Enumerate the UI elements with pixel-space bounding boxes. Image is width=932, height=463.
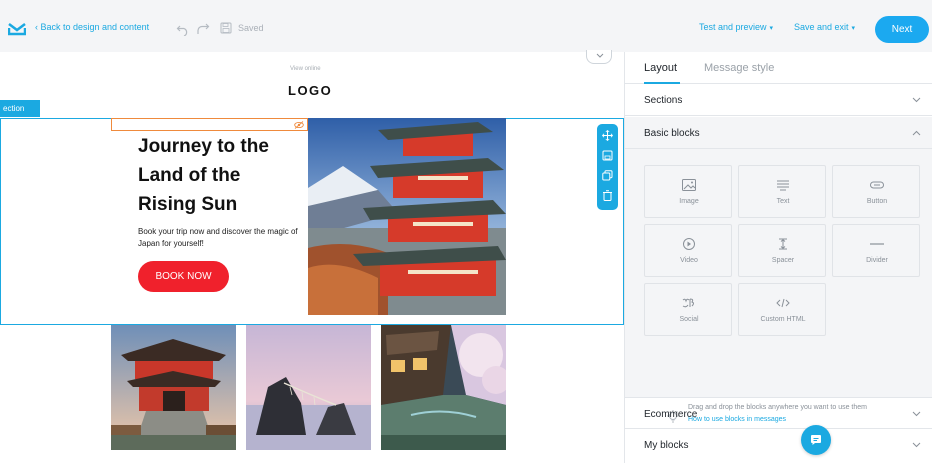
- block-social-label: Social: [679, 316, 699, 323]
- hero-text-block[interactable]: Journey to the Land of the Rising Sun Bo…: [111, 118, 308, 315]
- block-spacer[interactable]: Spacer: [738, 224, 826, 277]
- redo-icon[interactable]: [196, 22, 210, 36]
- settings-panel: Layout Message style Sections Basic bloc…: [624, 52, 932, 463]
- chevron-down-icon: [596, 53, 604, 58]
- block-video[interactable]: Video: [644, 224, 732, 277]
- block-custom-html[interactable]: Custom HTML: [738, 283, 826, 336]
- block-custom-html-label: Custom HTML: [760, 316, 806, 323]
- chat-button[interactable]: [801, 425, 831, 455]
- view-online-link[interactable]: View online: [290, 66, 321, 72]
- undo-icon[interactable]: [176, 22, 190, 36]
- block-image-label: Image: [679, 198, 699, 205]
- thumbnail-canal[interactable]: [381, 325, 506, 450]
- sections-label: Sections: [644, 95, 683, 106]
- chevron-down-icon: ▾: [851, 25, 856, 32]
- accordion-my-blocks[interactable]: My blocks: [625, 429, 932, 461]
- thumbnail-temple[interactable]: [111, 325, 236, 450]
- chevron-down-icon: [912, 442, 921, 448]
- next-button[interactable]: Next: [875, 16, 929, 43]
- rocks-photo: [246, 325, 371, 450]
- eye-off-icon[interactable]: [294, 121, 304, 129]
- image-icon: [682, 179, 696, 191]
- hero-subtitle: Book your trip now and discover the magi…: [138, 227, 298, 248]
- chevron-up-icon: [912, 130, 921, 136]
- block-video-label: Video: [680, 257, 698, 264]
- email-editor: ‹ Back to design and content Saved Test …: [0, 0, 932, 463]
- save-icon: [220, 22, 232, 34]
- chevron-down-icon: ▾: [769, 25, 774, 32]
- temple-photo: [111, 325, 236, 450]
- hero-title: Journey to the Land of the Rising Sun: [138, 136, 269, 215]
- canal-photo: [381, 325, 506, 450]
- tab-message-style[interactable]: Message style: [704, 62, 774, 74]
- block-image[interactable]: Image: [644, 165, 732, 218]
- book-now-button[interactable]: BOOK NOW: [138, 261, 229, 292]
- hidden-element-bar: [111, 118, 308, 131]
- accordion-ecommerce[interactable]: Ecommerce: [625, 397, 932, 429]
- hero-image[interactable]: [308, 118, 506, 315]
- panel-tabs: Layout Message style: [625, 52, 932, 84]
- social-icon: [682, 298, 694, 308]
- tab-layout[interactable]: Layout: [644, 62, 677, 74]
- section-tag[interactable]: ection: [0, 100, 40, 117]
- email-logo: LOGO: [288, 83, 333, 98]
- chat-icon: [811, 435, 821, 445]
- delete-icon[interactable]: [602, 190, 613, 201]
- my-blocks-label: My blocks: [644, 440, 689, 451]
- duplicate-icon[interactable]: [602, 170, 613, 181]
- code-icon: [776, 298, 790, 308]
- saved-status: Saved: [238, 23, 264, 33]
- thumbnail-rocks[interactable]: [246, 325, 371, 450]
- move-icon[interactable]: [602, 130, 613, 141]
- chevron-down-icon: [912, 411, 921, 417]
- block-text[interactable]: Text: [738, 165, 826, 218]
- block-button[interactable]: Button: [832, 165, 920, 218]
- email-canvas: View online LOGO ection Journey to the L…: [0, 50, 624, 463]
- accordion-sections[interactable]: Sections: [625, 84, 932, 116]
- test-preview-menu[interactable]: Test and preview ▾: [699, 22, 773, 32]
- save-exit-menu[interactable]: Save and exit ▾: [794, 22, 855, 32]
- block-social[interactable]: Social: [644, 283, 732, 336]
- test-preview-label: Test and preview: [699, 22, 767, 32]
- accordion-basic-blocks[interactable]: Basic blocks: [625, 117, 932, 149]
- block-divider[interactable]: Divider: [832, 224, 920, 277]
- basic-blocks-grid: Image Text Button Video Spacer Divider S…: [625, 149, 932, 423]
- basic-blocks-label: Basic blocks: [644, 128, 700, 139]
- save-block-icon[interactable]: [602, 150, 613, 161]
- text-icon: [777, 180, 789, 191]
- ecommerce-label: Ecommerce: [644, 409, 698, 420]
- block-spacer-label: Spacer: [771, 257, 795, 264]
- app-logo-icon[interactable]: [8, 22, 26, 36]
- back-link-label: Back to design and content: [40, 22, 150, 32]
- block-text-label: Text: [776, 198, 790, 205]
- top-bar: ‹ Back to design and content Saved Test …: [0, 0, 932, 52]
- block-divider-label: Divider: [866, 257, 888, 264]
- collapse-toggle[interactable]: [586, 50, 612, 64]
- pagoda-photo: [308, 118, 506, 315]
- save-exit-label: Save and exit: [794, 22, 849, 32]
- chevron-down-icon: [912, 97, 921, 103]
- back-link[interactable]: ‹ Back to design and content: [35, 22, 149, 32]
- spacer-icon: [779, 238, 787, 250]
- divider-icon: [870, 243, 884, 245]
- button-icon: [870, 181, 884, 189]
- block-button-label: Button: [866, 198, 888, 205]
- section-toolbar: [597, 124, 618, 210]
- video-icon: [683, 238, 695, 250]
